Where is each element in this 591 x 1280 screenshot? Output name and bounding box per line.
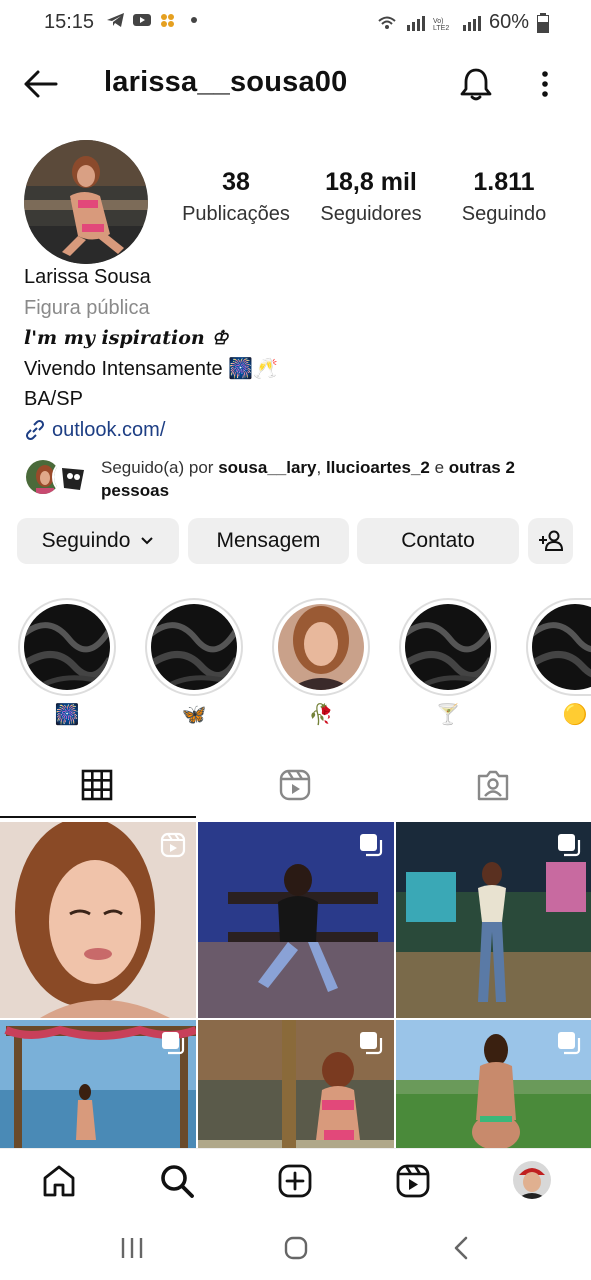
bio-line-2: Vivendo Intensamente 🎆🥂 — [24, 357, 279, 380]
carousel-badge-icon-4 — [360, 1032, 383, 1055]
message-button[interactable]: Mensagem — [188, 518, 349, 564]
contact-button-label: Contato — [401, 529, 475, 552]
followed-by-text: Seguido(a) por sousa__lary, llucioartes_… — [101, 458, 515, 500]
carousel-badge-icon-3 — [162, 1032, 185, 1055]
add-person-icon — [538, 530, 563, 551]
following-button[interactable]: Seguindo — [17, 518, 179, 564]
highlight-4-label: 🍸 — [435, 704, 461, 726]
bio-link[interactable]: outlook.com/ — [24, 415, 564, 446]
active-tab-indicator — [0, 816, 196, 818]
profile-nav-avatar[interactable] — [513, 1161, 551, 1199]
highlight-3-label: 🥀 — [308, 704, 334, 726]
display-name: Larissa Sousa — [24, 266, 151, 288]
more-options-icon[interactable] — [534, 66, 556, 102]
system-navigation-bar — [0, 1216, 591, 1280]
bell-icon[interactable] — [458, 66, 494, 102]
profile-avatar[interactable] — [24, 140, 148, 264]
followed-by[interactable]: Seguido(a) por sousa__lary, llucioartes_… — [24, 454, 574, 502]
following-number: 1.811 — [473, 168, 535, 196]
profile-header: larissa__sousa00 — [0, 58, 591, 110]
posts-label: Publicações — [182, 203, 290, 225]
reels-tab-icon[interactable] — [278, 768, 312, 802]
following-label: Seguindo — [461, 203, 547, 225]
highlight-1-label: 🎆 — [54, 704, 80, 726]
signal-icon-2 — [462, 15, 481, 31]
post-thumbnail-3[interactable] — [396, 822, 591, 1018]
grid-tab-icon[interactable] — [80, 768, 114, 802]
message-button-label: Mensagem — [216, 529, 321, 552]
volte-icon: Vo)LTE2 — [433, 18, 449, 31]
follower-avatar-2 — [52, 458, 90, 496]
reels-icon[interactable] — [395, 1163, 431, 1199]
followers-number: 18,8 mil — [325, 168, 417, 196]
highlight-2-label: 🦋 — [181, 704, 207, 726]
signal-icon — [406, 15, 425, 31]
bio-line-1: l'm my ispiration ♔ — [24, 327, 229, 349]
suggest-people-button[interactable] — [528, 518, 573, 564]
post-thumbnail-1[interactable] — [0, 822, 196, 1018]
reel-badge-icon — [160, 832, 186, 858]
followers-count[interactable]: 18,8 mil Seguidores — [310, 168, 432, 226]
chevron-down-icon — [141, 537, 154, 545]
carousel-badge-icon-2 — [558, 834, 581, 857]
status-time: 15:15 — [44, 11, 95, 33]
highlight-4[interactable]: 🍸 — [399, 598, 497, 734]
status-bar: 15:15 Vo) LTE2 60% — [0, 0, 591, 46]
profile-bio: Larissa Sousa Figura pública l'm my ispi… — [24, 262, 564, 445]
posts-number: 38 — [222, 168, 250, 196]
post-thumbnail-2[interactable] — [198, 822, 394, 1018]
youtube-icon — [133, 14, 151, 26]
highlight-5[interactable]: 🟡 — [526, 598, 591, 734]
telegram-icon — [107, 13, 124, 27]
carousel-badge-icon-5 — [558, 1032, 581, 1055]
posts-grid — [0, 822, 591, 1216]
app-icon — [161, 14, 174, 27]
highlight-5-label: 🟡 — [562, 704, 588, 726]
svg-text:LTE2: LTE2 — [433, 25, 449, 31]
bio-link-text: outlook.com/ — [52, 418, 166, 441]
svg-text:Vo): Vo) — [433, 18, 444, 25]
highlight-2[interactable]: 🦋 — [145, 598, 243, 734]
profile-username: larissa__sousa00 — [104, 66, 348, 98]
bottom-navigation — [0, 1148, 591, 1216]
following-button-label: Seguindo — [41, 529, 131, 552]
dot-icon — [191, 17, 197, 23]
wifi-icon — [378, 16, 396, 29]
posts-count[interactable]: 38 Publicações — [172, 168, 300, 226]
contact-button[interactable]: Contato — [357, 518, 519, 564]
carousel-badge-icon — [360, 834, 383, 857]
followers-label: Seguidores — [320, 203, 422, 225]
category-label: Figura pública — [24, 296, 150, 319]
highlight-1[interactable]: 🎆 — [18, 598, 116, 734]
home-button-icon[interactable] — [282, 1234, 310, 1262]
tagged-tab-icon[interactable] — [476, 768, 510, 802]
following-count[interactable]: 1.811 Seguindo — [450, 168, 558, 226]
new-post-icon[interactable] — [277, 1163, 313, 1199]
back-arrow-icon[interactable] — [22, 68, 58, 100]
profile-tabs — [0, 760, 591, 820]
search-icon[interactable] — [159, 1163, 195, 1199]
highlight-3[interactable]: 🥀 — [272, 598, 370, 734]
system-back-icon[interactable] — [448, 1234, 476, 1262]
battery-level: 60% — [488, 11, 529, 33]
home-icon[interactable] — [41, 1163, 77, 1199]
recent-apps-icon[interactable] — [118, 1234, 146, 1262]
bio-line-3: BA/SP — [24, 388, 83, 410]
battery-icon — [537, 12, 549, 33]
link-icon — [25, 419, 45, 440]
